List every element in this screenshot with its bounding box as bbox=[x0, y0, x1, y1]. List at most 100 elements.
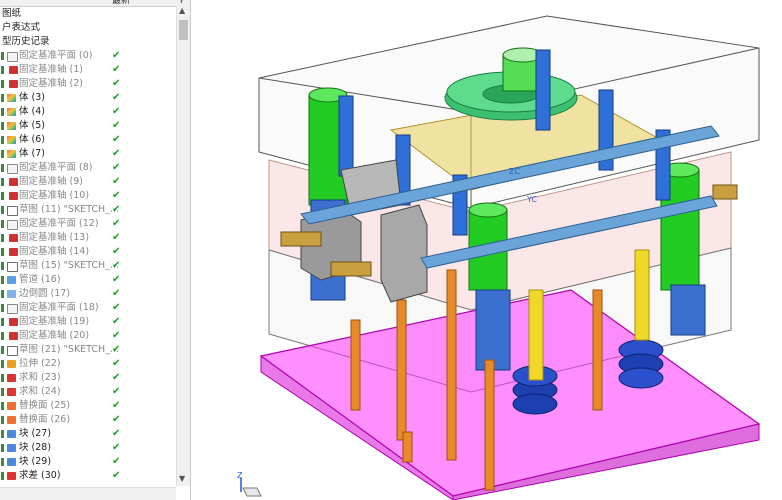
extrude-icon bbox=[7, 360, 16, 368]
feature-row[interactable]: 图纸 bbox=[0, 7, 176, 21]
up-to-date-check-icon: ✔ bbox=[112, 190, 121, 201]
feature-row[interactable]: 草图 (21) "SKETCH_... ✔ bbox=[0, 343, 176, 357]
part-navigator: 最新 P 图纸 户表达式 型历史记录 固定基准平面 (0) ✔ 固定基准轴 (1) ✔ 固定基… bbox=[0, 0, 191, 500]
feature-label: 固定基准轴 (9) bbox=[19, 176, 83, 187]
feature-row[interactable]: 固定基准平面 (18) ✔ bbox=[0, 301, 176, 315]
feature-row[interactable]: 体 (5) ✔ bbox=[0, 119, 176, 133]
feature-row[interactable]: 固定基准轴 (9) ✔ bbox=[0, 175, 176, 189]
block-icon bbox=[7, 458, 16, 466]
datum-axis-icon bbox=[9, 178, 18, 186]
feature-status-marker bbox=[1, 80, 4, 88]
scrollbar-thumb[interactable] bbox=[179, 20, 188, 40]
mold-assembly-model[interactable]: Z ZC YC bbox=[191, 0, 782, 500]
feature-row[interactable]: 求差 (30) ✔ bbox=[0, 469, 176, 483]
feature-row[interactable]: 体 (3) ✔ bbox=[0, 91, 176, 105]
feature-row[interactable]: 体 (7) ✔ bbox=[0, 147, 176, 161]
feature-row[interactable]: 边倒圆 (17) ✔ bbox=[0, 287, 176, 301]
feature-row[interactable]: 体 (4) ✔ bbox=[0, 105, 176, 119]
feature-row[interactable]: 管道 (16) ✔ bbox=[0, 273, 176, 287]
feature-label: 边倒圆 (17) bbox=[19, 288, 71, 299]
datum-plane-icon bbox=[7, 220, 18, 230]
feature-label: 固定基准平面 (18) bbox=[19, 302, 99, 313]
feature-status-marker bbox=[1, 444, 4, 452]
up-to-date-check-icon: ✔ bbox=[112, 50, 121, 61]
sketch-icon bbox=[7, 346, 18, 356]
up-to-date-check-icon: ✔ bbox=[112, 330, 121, 341]
feature-row[interactable]: 替换面 (25) ✔ bbox=[0, 399, 176, 413]
feature-status-marker bbox=[1, 178, 4, 186]
feature-label: 固定基准轴 (1) bbox=[19, 64, 83, 75]
feature-status-marker bbox=[1, 416, 4, 424]
feature-label: 户表达式 bbox=[2, 22, 41, 33]
feature-label: 体 (5) bbox=[19, 120, 45, 131]
body-icon bbox=[7, 108, 16, 116]
feature-row[interactable]: 固定基准平面 (12) ✔ bbox=[0, 217, 176, 231]
feature-label: 草图 (11) "SKETCH_... bbox=[19, 204, 120, 215]
scroll-up-icon[interactable]: ▲ bbox=[179, 6, 185, 15]
up-to-date-check-icon: ✔ bbox=[112, 92, 121, 103]
navigator-vertical-scrollbar[interactable]: ▲ ▼ bbox=[176, 6, 190, 486]
feature-row[interactable]: 固定基准轴 (14) ✔ bbox=[0, 245, 176, 259]
feature-row[interactable]: 求和 (23) ✔ bbox=[0, 371, 176, 385]
feature-row[interactable]: 替换面 (26) ✔ bbox=[0, 413, 176, 427]
feature-label: 求和 (23) bbox=[19, 372, 61, 383]
feature-label: 块 (29) bbox=[19, 456, 52, 467]
feature-row[interactable]: 体 (6) ✔ bbox=[0, 133, 176, 147]
feature-label: 固定基准平面 (8) bbox=[19, 162, 93, 173]
feature-row[interactable]: 拉伸 (22) ✔ bbox=[0, 357, 176, 371]
datum-axis-icon bbox=[9, 66, 18, 74]
datum-axis-icon bbox=[9, 234, 18, 242]
feature-row[interactable]: 固定基准平面 (0) ✔ bbox=[0, 49, 176, 63]
datum-axis-icon bbox=[9, 248, 18, 256]
unite-icon bbox=[7, 374, 16, 382]
up-to-date-check-icon: ✔ bbox=[112, 344, 121, 355]
feature-row[interactable]: 固定基准轴 (2) ✔ bbox=[0, 77, 176, 91]
feature-label: 求差 (30) bbox=[19, 470, 61, 481]
up-to-date-check-icon: ✔ bbox=[112, 134, 121, 145]
datum-plane-icon bbox=[7, 304, 18, 314]
block-icon bbox=[7, 444, 16, 452]
scroll-down-icon[interactable]: ▼ bbox=[179, 474, 185, 483]
up-to-date-check-icon: ✔ bbox=[112, 204, 121, 215]
feature-row[interactable]: 固定基准轴 (20) ✔ bbox=[0, 329, 176, 343]
up-to-date-check-icon: ✔ bbox=[112, 414, 121, 425]
unite-icon bbox=[7, 388, 16, 396]
feature-row[interactable]: 草图 (11) "SKETCH_... ✔ bbox=[0, 203, 176, 217]
feature-row[interactable]: 块 (29) ✔ bbox=[0, 455, 176, 469]
body-icon bbox=[7, 122, 16, 130]
feature-row[interactable]: 求和 (24) ✔ bbox=[0, 385, 176, 399]
feature-label: 固定基准平面 (12) bbox=[19, 218, 99, 229]
pipe-icon bbox=[7, 276, 16, 284]
feature-label: 体 (3) bbox=[19, 92, 45, 103]
up-to-date-check-icon: ✔ bbox=[112, 386, 121, 397]
up-to-date-check-icon: ✔ bbox=[112, 302, 121, 313]
feature-row[interactable]: 型历史记录 bbox=[0, 35, 176, 49]
feature-status-marker bbox=[1, 472, 4, 480]
feature-label: 草图 (15) "SKETCH_... bbox=[19, 260, 120, 271]
blend-icon bbox=[7, 290, 16, 298]
up-to-date-check-icon: ✔ bbox=[112, 442, 121, 453]
feature-row[interactable]: 固定基准轴 (10) ✔ bbox=[0, 189, 176, 203]
up-to-date-check-icon: ✔ bbox=[112, 232, 121, 243]
feature-row[interactable]: 块 (28) ✔ bbox=[0, 441, 176, 455]
feature-status-marker bbox=[1, 164, 4, 172]
feature-row[interactable]: 块 (27) ✔ bbox=[0, 427, 176, 441]
feature-label: 型历史记录 bbox=[2, 36, 50, 47]
feature-row[interactable]: 固定基准平面 (8) ✔ bbox=[0, 161, 176, 175]
feature-label: 草图 (21) "SKETCH_... bbox=[19, 344, 120, 355]
feature-status-marker bbox=[1, 374, 4, 382]
feature-row[interactable]: 固定基准轴 (19) ✔ bbox=[0, 315, 176, 329]
feature-row[interactable]: 草图 (15) "SKETCH_... ✔ bbox=[0, 259, 176, 273]
feature-status-marker bbox=[1, 332, 4, 340]
up-to-date-check-icon: ✔ bbox=[112, 162, 121, 173]
graphics-window[interactable]: Z ZC YC bbox=[191, 0, 782, 500]
sketch-icon bbox=[7, 262, 18, 272]
feature-row[interactable]: 固定基准轴 (1) ✔ bbox=[0, 63, 176, 77]
up-to-date-check-icon: ✔ bbox=[112, 218, 121, 229]
feature-status-marker bbox=[1, 290, 4, 298]
feature-row[interactable]: 户表达式 bbox=[0, 21, 176, 35]
navigator-horizontal-scrollbar[interactable] bbox=[0, 487, 176, 500]
column-header-latest[interactable]: 最新 bbox=[112, 0, 130, 6]
feature-row[interactable]: 固定基准轴 (13) ✔ bbox=[0, 231, 176, 245]
up-to-date-check-icon: ✔ bbox=[112, 246, 121, 257]
